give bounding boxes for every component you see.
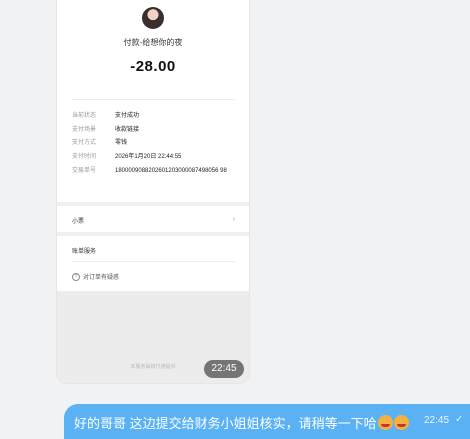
payee-name: 付款-给想你的夜 <box>123 38 183 47</box>
smiling-face-with-hearts-icon <box>393 415 409 430</box>
photo-timestamp: 22:45 <box>204 360 244 378</box>
question-icon: ? <box>72 272 80 281</box>
message-text: 好的哥哥 这边提交给财务小姐姐核实，请稍等一下哈 <box>74 416 377 431</box>
detail-value: 收款链接 <box>115 127 140 133</box>
sent-message-bubble[interactable]: 好的哥哥 这边提交给财务小姐姐核实，请稍等一下哈 22:45 ✓ <box>64 404 470 439</box>
section-gap <box>57 232 249 236</box>
divider <box>71 99 235 100</box>
bill-service-title: 账单服务 <box>72 249 97 255</box>
smiling-face-with-hearts-icon <box>377 415 393 430</box>
detail-key: 支付方式 <box>72 140 97 146</box>
chevron-right-icon: › <box>232 214 235 223</box>
receipt-screenshot-image[interactable]: 付款-给想你的夜 -28.00 当前状态 支付成功 支付场景 收款链接 支付方式… <box>57 0 249 383</box>
payment-amount: -28.00 <box>130 58 176 75</box>
detail-key: 支付时间 <box>72 154 97 160</box>
order-question-link: ? 对订单有疑惑 <box>72 272 119 281</box>
detail-key: 支付场景 <box>72 127 97 133</box>
message-text-line: 好的哥哥 这边提交给财务小姐姐核实，请稍等一下哈 <box>74 413 409 432</box>
order-question-label: 对订单有疑惑 <box>83 275 120 281</box>
section-gap <box>57 202 249 206</box>
divider <box>71 261 235 262</box>
detail-value: 2026年1月20日 22:44:55 <box>115 154 182 160</box>
check-icon: ✓ <box>455 414 464 425</box>
detail-value: 1800009088202601203000087498056 98 <box>115 168 227 174</box>
detail-value: 支付成功 <box>115 113 140 119</box>
small-ticket-label: 小票 <box>72 219 85 225</box>
detail-key: 当前状态 <box>72 113 97 119</box>
detail-value: 零钱 <box>115 140 128 146</box>
message-time: 22:45 <box>424 415 450 426</box>
payee-avatar <box>142 7 164 29</box>
detail-key: 交易单号 <box>72 168 97 174</box>
